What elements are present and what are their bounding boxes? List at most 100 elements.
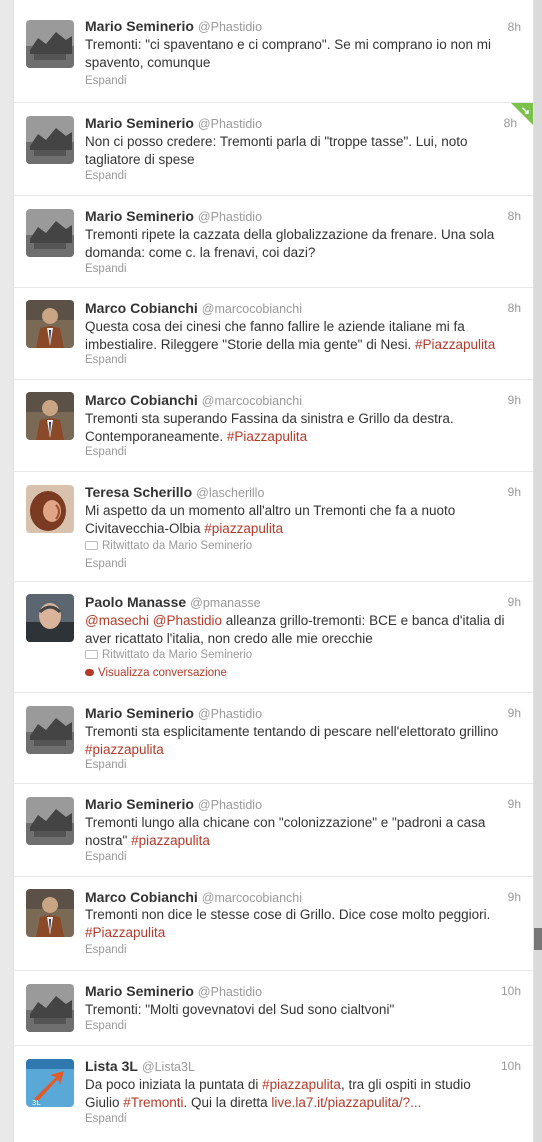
tweet-time[interactable]: 10h xyxy=(501,984,521,998)
author-handle[interactable]: @Phastidio xyxy=(198,117,262,131)
author-handle[interactable]: @marcocobianchi xyxy=(202,302,302,316)
tweet-time[interactable]: 8h xyxy=(504,116,517,130)
author-handle[interactable]: @marcocobianchi xyxy=(202,394,302,408)
avatar[interactable]: 3L xyxy=(26,1059,74,1107)
expand-link[interactable]: Espandi xyxy=(85,851,127,863)
expand-link[interactable]: Espandi xyxy=(85,354,127,366)
author-handle[interactable]: @Phastidio xyxy=(198,20,262,34)
external-link[interactable]: live.la7.it/piazzapulita/?... xyxy=(271,1095,421,1110)
author-name[interactable]: Mario Seminerio @Phastidio xyxy=(85,796,262,812)
tweet-item[interactable]: Marco Cobianchi @marcocobianchi 9h Tremon… xyxy=(14,380,533,472)
tweet-text: Tremonti sta superando Fassina da sinist… xyxy=(85,411,454,444)
author-name[interactable]: Mario Seminerio @Phastidio xyxy=(85,705,262,721)
page-scrollbar[interactable] xyxy=(534,0,542,1142)
tweet-item[interactable]: Marco Cobianchi @marcocobianchi 9h Tremon… xyxy=(14,877,533,971)
tweet-item[interactable]: Paolo Manasse @pmanasse 9h @masechi @Phas… xyxy=(14,582,533,693)
hashtag-link[interactable]: #Piazzapulita xyxy=(415,337,495,352)
mention-link[interactable]: @masechi xyxy=(85,613,149,628)
tweet-item[interactable]: ↘ Mario Seminerio @Phastidio 8h Non ci po… xyxy=(14,103,533,196)
author-handle[interactable]: @pmanasse xyxy=(190,596,260,610)
tweet-time[interactable]: 10h xyxy=(501,1059,521,1073)
tweet-item[interactable]: Mario Seminerio @Phastidio 10h Tremonti: … xyxy=(14,971,533,1046)
avatar[interactable] xyxy=(26,984,74,1032)
avatar[interactable] xyxy=(26,300,74,348)
tweet-item[interactable]: Mario Seminerio @Phastidio 9h Tremonti st… xyxy=(14,693,533,784)
author-handle[interactable]: @lascherillo xyxy=(196,486,264,500)
hashtag-link[interactable]: #piazzapulita xyxy=(131,833,210,848)
tweet-text: @masechi @Phastidio alleanza grillo-trem… xyxy=(85,613,505,646)
author-name[interactable]: Marco Cobianchi @marcocobianchi xyxy=(85,300,302,316)
avatar[interactable] xyxy=(26,485,74,533)
tweet-time[interactable]: 9h xyxy=(508,393,521,407)
tweet-text: Tremonti ripete la cazzata della globali… xyxy=(85,227,495,260)
avatar[interactable] xyxy=(26,797,74,845)
hashtag-link[interactable]: #piazzapulita xyxy=(204,521,283,536)
author-name[interactable]: Mario Seminerio @Phastidio xyxy=(85,18,262,34)
retweet-icon xyxy=(85,541,98,551)
tweet-time[interactable]: 9h xyxy=(508,890,521,904)
expand-link[interactable]: Espandi xyxy=(85,759,127,771)
author-name[interactable]: Marco Cobianchi @marcocobianchi xyxy=(85,392,302,408)
tweet-time[interactable]: 8h xyxy=(508,301,521,315)
author-handle[interactable]: @Lista3L xyxy=(142,1060,195,1074)
expand-link[interactable]: Espandi xyxy=(85,170,127,182)
tweet-time[interactable]: 9h xyxy=(508,797,521,811)
hashtag-link[interactable]: #Tremonti xyxy=(123,1095,183,1110)
expand-link[interactable]: Espandi xyxy=(85,263,127,275)
tweet-item[interactable]: Mario Seminerio @Phastidio 8h Tremonti ri… xyxy=(14,196,533,288)
tweet-time[interactable]: 9h xyxy=(508,706,521,720)
author-handle[interactable]: @Phastidio xyxy=(198,798,262,812)
avatar[interactable] xyxy=(26,209,74,257)
speech-bubble-icon xyxy=(85,669,94,677)
avatar[interactable] xyxy=(26,706,74,754)
hashtag-link[interactable]: #Piazzapulita xyxy=(227,429,307,444)
author-name[interactable]: Teresa Scherillo @lascherillo xyxy=(85,484,264,500)
avatar[interactable] xyxy=(26,116,74,164)
tweet-time[interactable]: 9h xyxy=(508,595,521,609)
tweet-text: Tremonti: "ci spaventano e ci comprano".… xyxy=(85,37,492,70)
author-name[interactable]: Paolo Manasse @pmanasse xyxy=(85,594,261,610)
author-handle[interactable]: @Phastidio xyxy=(198,210,262,224)
tweet-item[interactable]: Marco Cobianchi @marcocobianchi 8h Questa… xyxy=(14,288,533,380)
hashtag-link[interactable]: #Piazzapulita xyxy=(85,925,165,940)
hashtag-link[interactable]: #piazzapulita xyxy=(85,742,164,757)
mention-link[interactable]: @Phastidio xyxy=(153,613,222,628)
tweet-item[interactable]: Teresa Scherillo @lascherillo 9h Mi aspet… xyxy=(14,472,533,582)
avatar[interactable] xyxy=(26,20,74,68)
retweet-arrow-icon: ↘ xyxy=(520,105,530,117)
tweet-item[interactable]: 3L Lista 3L @Lista3L 10h Da poco iniziata… xyxy=(14,1046,533,1142)
author-name[interactable]: Mario Seminerio @Phastidio xyxy=(85,115,262,131)
expand-link[interactable]: Espandi xyxy=(85,1113,127,1125)
avatar[interactable] xyxy=(26,594,74,642)
hashtag-link[interactable]: #piazzapulita xyxy=(262,1077,341,1092)
avatar[interactable] xyxy=(26,889,74,937)
tweet-time[interactable]: 8h xyxy=(508,209,521,223)
tweet-time[interactable]: 9h xyxy=(508,485,521,499)
author-handle[interactable]: @Phastidio xyxy=(198,707,262,721)
tweet-item[interactable]: Mario Seminerio @Phastidio 8h Tremonti: "… xyxy=(14,0,533,103)
expand-link[interactable]: Espandi xyxy=(85,446,127,458)
tweet-item[interactable]: Mario Seminerio @Phastidio 9h Tremonti lu… xyxy=(14,784,533,877)
expand-link[interactable]: Espandi xyxy=(85,558,127,570)
retweet-icon xyxy=(85,650,98,660)
expand-link[interactable]: Espandi xyxy=(85,944,127,956)
author-handle[interactable]: @marcocobianchi xyxy=(202,891,302,905)
retweeted-by[interactable]: Ritwittato da Mario Seminerio xyxy=(85,649,252,661)
tweet-timeline: Mario Seminerio @Phastidio 8h Tremonti: "… xyxy=(13,0,534,1142)
tweet-text: Non ci posso credere: Tremonti parla di … xyxy=(85,134,468,167)
avatar[interactable] xyxy=(26,392,74,440)
author-name[interactable]: Mario Seminerio @Phastidio xyxy=(85,208,262,224)
retweeted-by[interactable]: Ritwittato da Mario Seminerio xyxy=(85,540,252,552)
tweet-text: Tremonti: "Molti govevnatovi del Sud son… xyxy=(85,1002,395,1017)
tweet-time[interactable]: 8h xyxy=(508,20,521,34)
expand-link[interactable]: Espandi xyxy=(85,1020,127,1032)
author-name[interactable]: Mario Seminerio @Phastidio xyxy=(85,983,262,999)
view-conversation-link[interactable]: Visualizza conversazione xyxy=(85,667,227,679)
expand-link[interactable]: Espandi xyxy=(85,75,127,87)
author-name[interactable]: Lista 3L @Lista3L xyxy=(85,1058,195,1074)
tweet-text: Da poco iniziata la puntata di #piazzapu… xyxy=(85,1077,471,1110)
tweet-text: Mi aspetto da un momento all'altro un Tr… xyxy=(85,503,456,536)
author-handle[interactable]: @Phastidio xyxy=(198,985,262,999)
scrollbar-thumb[interactable] xyxy=(534,928,542,950)
author-name[interactable]: Marco Cobianchi @marcocobianchi xyxy=(85,889,302,905)
